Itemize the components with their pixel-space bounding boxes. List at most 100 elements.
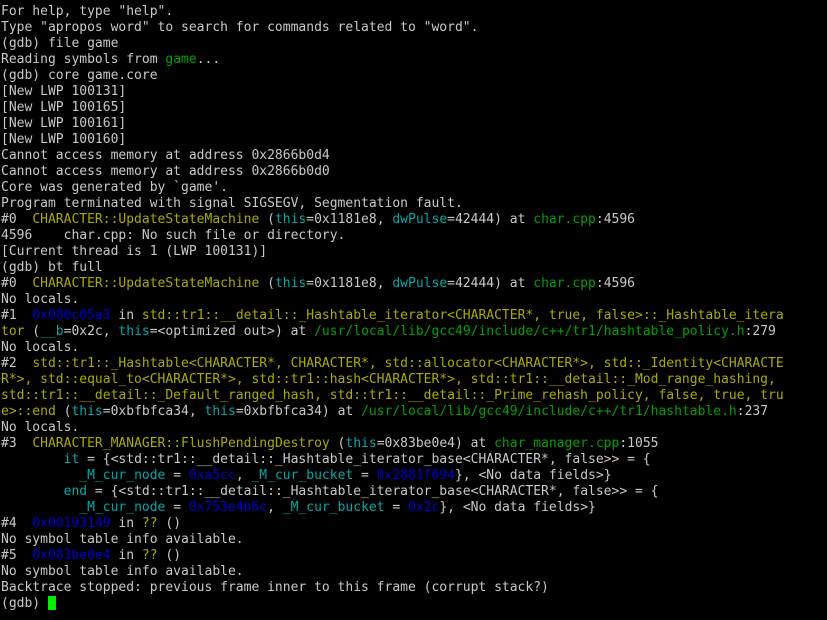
- frame-2-continued-2-span-0: std::tr1::__detail::_Default_ranged_hash…: [1, 388, 784, 403]
- frame-1-continued-span-2: __b: [40, 324, 64, 339]
- source-unavailable-line: 4596 char.cpp: No such file or directory…: [1, 228, 827, 244]
- program-terminated-line: Program terminated with signal SIGSEGV, …: [1, 196, 827, 212]
- frame-3-local-it-fields-span-5: _M_cur_bucket: [251, 468, 354, 483]
- core-generated-line-span-0: Core was generated by `game'.: [1, 180, 228, 195]
- text-cursor[interactable]: [47, 596, 56, 610]
- frame-5-header-span-1: 0x083be0e4: [32, 548, 111, 563]
- frame-5-header-span-4: (): [157, 548, 182, 563]
- new-lwp-100161: [New LWP 100161]: [1, 116, 827, 132]
- frame-5-header: #5 0x083be0e4 in ?? (): [1, 548, 827, 564]
- frame-3-local-end-fields-span-6: =: [384, 500, 409, 515]
- frame-3-local-it-span-1: it: [63, 452, 80, 467]
- backtrace-stopped-line-span-0: Backtrace stopped: previous frame inner …: [1, 580, 549, 595]
- frame-1-no-locals-span-0: No locals.: [1, 340, 80, 355]
- frame-1-continued-span-3: =0x2c,: [63, 324, 119, 339]
- command-core-game-core-span-0: (gdb) core game.core: [1, 68, 158, 83]
- frame-3-local-it-fields-span-8: }, <No data fields>}: [455, 468, 612, 483]
- frame-2-header-span-0: #2: [1, 356, 33, 371]
- frame-4-header-span-1: 0x00193149: [32, 516, 111, 531]
- frame-0-header-span-2: (: [259, 212, 275, 227]
- frame-1-continued-span-6: /usr/local/lib/gcc49/include/c++/tr1/has…: [314, 324, 745, 339]
- new-lwp-100165-span-0: [New LWP 100165]: [1, 100, 127, 115]
- frame-3-local-it-fields-span-3: 0xa5cc: [188, 468, 236, 483]
- prompt-line: (gdb): [1, 596, 827, 612]
- frame-4-header-span-3: ??: [141, 516, 158, 531]
- apropos-hint-line: Type "apropos word" to search for comman…: [1, 20, 827, 36]
- frame-0-header-span-0: #0: [1, 212, 33, 227]
- frame-3-local-end-fields: _M_cur_node = 0x753e4b6c, _M_cur_bucket …: [1, 500, 827, 516]
- frame-3-local-it-fields-span-6: =: [353, 468, 377, 483]
- frame-0-backtrace-span-5: dwPulse: [392, 276, 448, 291]
- help-hint-line-span-0: For help, type "help".: [1, 4, 174, 19]
- frame-1-continued-span-1: (: [24, 324, 41, 339]
- frame-1-continued-span-7: :279: [744, 324, 776, 339]
- reading-symbols-line-span-1: game: [165, 52, 197, 67]
- frame-2-header: #2 std::tr1::_Hashtable<CHARACTER*, CHAR…: [1, 356, 827, 372]
- frame-4-no-symbols: No symbol table info available.: [1, 532, 827, 548]
- command-core-game-core: (gdb) core game.core: [1, 68, 827, 84]
- help-hint-line: For help, type "help".: [1, 4, 827, 20]
- frame-3-local-end-span-1: end: [63, 484, 88, 499]
- new-lwp-100160-span-0: [New LWP 100160]: [1, 132, 127, 147]
- frame-3-local-end-fields-span-8: }, <No data fields>}: [439, 500, 596, 515]
- frame-1-header-span-1: 0x080c05a3: [32, 308, 111, 323]
- frame-3-local-end-fields-span-4: ,: [267, 500, 283, 515]
- frame-0-backtrace-span-0: #0: [1, 276, 33, 291]
- frame-0-backtrace-span-2: (: [259, 276, 275, 291]
- new-lwp-100160: [New LWP 100160]: [1, 132, 827, 148]
- backtrace-stopped-line: Backtrace stopped: previous frame inner …: [1, 580, 827, 596]
- frame-2-continued-3-span-7: :237: [736, 404, 769, 419]
- frame-0-header-span-3: this: [274, 212, 307, 227]
- frame-3-local-it-fields-span-2: =: [165, 468, 189, 483]
- frame-3-header-span-0: #3: [1, 436, 33, 451]
- frame-3-local-it-span-2: = {<std::tr1::__detail::_Hashtable_itera…: [79, 452, 651, 467]
- frame-1-header-span-3: std::tr1::__detail::_Hashtable_iterator<…: [141, 308, 784, 323]
- frame-1-no-locals: No locals.: [1, 340, 827, 356]
- frame-0-no-locals-span-0: No locals.: [1, 292, 80, 307]
- frame-3-local-it-span-0: [1, 452, 64, 467]
- frame-2-continued-1: R*>, std::equal_to<CHARACTER*>, std::tr1…: [1, 372, 827, 388]
- frame-0-header-span-7: char.cpp: [533, 212, 596, 227]
- current-thread-line-span-0: [Current thread is 1 (LWP 100131)]: [1, 244, 268, 259]
- frame-0-header-span-4: =0x1181e8,: [306, 212, 393, 227]
- cannot-access-memory-2: Cannot access memory at address 0x2866b0…: [1, 164, 827, 180]
- frame-5-header-span-3: ??: [141, 548, 158, 563]
- frame-0-backtrace-span-1: CHARACTER::UpdateStateMachine: [32, 276, 260, 291]
- frame-3-header-span-1: CHARACTER_MANAGER::FlushPendingDestroy: [32, 436, 330, 451]
- frame-3-local-end-fields-span-5: _M_cur_bucket: [282, 500, 385, 515]
- frame-3-local-it: it = {<std::tr1::__detail::_Hashtable_it…: [1, 452, 827, 468]
- frame-0-header-span-8: :4596: [595, 212, 636, 227]
- cannot-access-memory-1: Cannot access memory at address 0x2866b0…: [1, 148, 827, 164]
- frame-2-continued-3-span-5: =0xbfbfca34) at: [235, 404, 362, 419]
- core-generated-line: Core was generated by `game'.: [1, 180, 827, 196]
- frame-3-header-span-5: char_manager.cpp: [494, 436, 620, 451]
- frame-5-header-span-0: #5: [1, 548, 33, 563]
- program-terminated-line-span-0: Program terminated with signal SIGSEGV, …: [1, 196, 463, 211]
- frame-1-continued: tor (__b=0x2c, this=<optimized out>) at …: [1, 324, 827, 340]
- frame-3-header-span-4: =0x83be0e4) at: [376, 436, 495, 451]
- new-lwp-100161-span-0: [New LWP 100161]: [1, 116, 127, 131]
- frame-3-local-end-fields-span-7: 0x2c: [408, 500, 440, 515]
- new-lwp-100165: [New LWP 100165]: [1, 100, 827, 116]
- frame-2-continued-3-span-0: e>::end: [1, 404, 56, 419]
- apropos-hint-line-span-0: Type "apropos word" to search for comman…: [1, 20, 479, 35]
- frame-3-local-it-fields-span-7: 0x2881f694: [376, 468, 455, 483]
- frame-1-header: #1 0x080c05a3 in std::tr1::__detail::_Ha…: [1, 308, 827, 324]
- frame-2-continued-3-span-3: =0xbfbfca34,: [102, 404, 205, 419]
- command-file-game-span-0: (gdb) file game: [1, 36, 119, 51]
- frame-5-no-symbols-span-0: No symbol table info available.: [1, 564, 244, 579]
- frame-1-header-span-0: #1: [1, 308, 33, 323]
- frame-3-local-it-fields: _M_cur_node = 0xa5cc, _M_cur_bucket = 0x…: [1, 468, 827, 484]
- frame-0-no-locals: No locals.: [1, 292, 827, 308]
- reading-symbols-line-span-0: Reading symbols from: [1, 52, 166, 67]
- frame-2-continued-2: std::tr1::__detail::_Default_ranged_hash…: [1, 388, 827, 404]
- frame-0-backtrace-span-4: =0x1181e8,: [306, 276, 393, 291]
- frame-3-local-it-fields-span-1: _M_cur_node: [79, 468, 166, 483]
- new-lwp-100131-span-0: [New LWP 100131]: [1, 84, 127, 99]
- terminal-output[interactable]: For help, type "help". Type "apropos word…: [0, 0, 827, 620]
- frame-0-backtrace-span-7: char.cpp: [533, 276, 596, 291]
- frame-2-no-locals-span-0: No locals.: [1, 420, 80, 435]
- frame-4-header-span-2: in: [110, 516, 142, 531]
- frame-2-continued-3-span-2: this: [71, 404, 103, 419]
- frame-3-local-end: end = {<std::tr1::__detail::_Hashtable_i…: [1, 484, 827, 500]
